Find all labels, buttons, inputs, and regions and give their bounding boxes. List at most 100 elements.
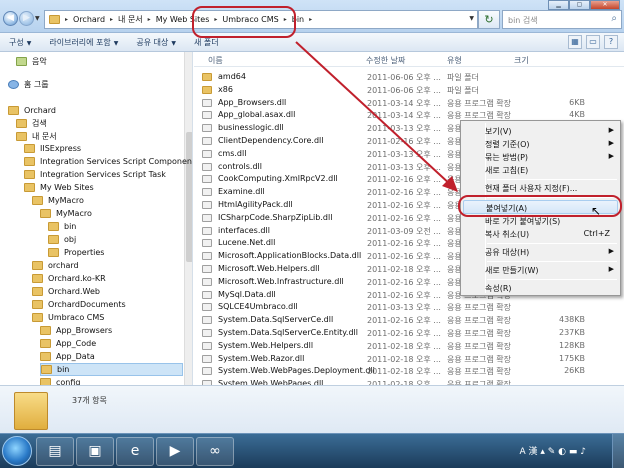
preview-pane-icon[interactable]: ▭	[586, 35, 600, 49]
file-row[interactable]: System.Web.WebPages.Deployment.dll 2011-0…	[202, 365, 612, 377]
file-row[interactable]: System.Web.Helpers.dll 2011-02-18 오후 ... 응…	[202, 340, 612, 352]
column-name[interactable]: 이름	[208, 55, 223, 66]
folder-icon	[8, 106, 19, 115]
nav-item[interactable]: Orchard.Web	[32, 285, 100, 298]
file-row[interactable]: x86 2011-06-06 오후 ... 파일 폴더	[202, 84, 612, 96]
search-icon[interactable]: ⌕	[611, 13, 617, 24]
nav-item[interactable]: Orchard.ko-KR	[32, 272, 106, 285]
paste-highlight-annotation	[458, 195, 622, 217]
file-date: 2011-02-16 오후 ...	[367, 239, 441, 249]
view-options-icon[interactable]: ▦	[568, 35, 582, 49]
include-in-library-menu[interactable]: 라이브러리에 포함 ▼	[40, 37, 127, 48]
nav-item[interactable]: App_Data	[40, 350, 95, 363]
visual-studio-task-icon[interactable]: ∞	[196, 437, 234, 466]
column-type[interactable]: 유형	[447, 55, 462, 66]
chevron-right-icon[interactable]: ▸	[63, 16, 70, 23]
breadcrumb-orchard[interactable]: Orchard	[70, 11, 108, 28]
menu-item-label: 바로 가기 붙여넣기(S)	[485, 217, 561, 226]
scrollbar-thumb[interactable]	[186, 132, 192, 262]
file-row[interactable]: App_Browsers.dll 2011-03-14 오후 ... 응용 프로그램…	[202, 97, 612, 109]
nav-item[interactable]: OrchardDocuments	[32, 298, 126, 311]
organize-menu[interactable]: 구성 ▼	[0, 37, 40, 48]
maximize-button[interactable]: ▢	[569, 0, 590, 10]
column-date[interactable]: 수정한 날짜	[366, 55, 405, 66]
close-button[interactable]: ✕	[590, 0, 620, 10]
search-input[interactable]: bin 검색 ⌕	[502, 10, 622, 29]
file-date: 2011-02-16 오후 ...	[367, 201, 441, 210]
media-task-icon[interactable]: ▶	[156, 437, 194, 466]
file-type: 파일 폴더	[447, 85, 479, 95]
file-row[interactable]: System.Data.SqlServerCe.Entity.dll 2011-0…	[202, 327, 612, 339]
nav-item[interactable]: orchard	[32, 259, 79, 272]
nav-item[interactable]: IISExpress	[24, 142, 81, 155]
nav-item[interactable]: My Web Sites	[24, 181, 94, 194]
forward-button[interactable]: ▶	[19, 11, 34, 26]
nav-item[interactable]: obj	[48, 233, 76, 246]
back-button[interactable]: ◀	[3, 11, 18, 26]
nav-item[interactable]: Properties	[48, 246, 104, 259]
start-button[interactable]	[2, 436, 32, 466]
nav-item-label: App_Data	[56, 352, 95, 361]
file-row[interactable]: System.Data.SqlServerCe.dll 2011-02-16 오후…	[202, 314, 612, 326]
chevron-right-icon: ▶	[608, 152, 614, 160]
nav-item-label: 검색	[32, 119, 47, 128]
nav-item[interactable]: Integration Services Script Task	[24, 168, 166, 181]
nav-item[interactable]: bin	[40, 363, 183, 376]
file-name: interfaces.dll	[218, 225, 270, 235]
nav-item[interactable]: bin	[48, 220, 76, 233]
chevron-right-icon[interactable]: ▸	[108, 16, 115, 23]
file-name: businesslogic.dll	[218, 123, 284, 133]
help-icon[interactable]: ?	[604, 35, 618, 49]
file-name: ICSharpCode.SharpZipLib.dll	[218, 212, 333, 222]
nav-item[interactable]: Umbraco CMS	[32, 311, 104, 324]
menu-item-refresh[interactable]: 새로 고침(E)	[463, 163, 618, 177]
address-dropdown-icon[interactable]: ▼	[469, 15, 474, 22]
menu-item-sort[interactable]: 정렬 기준(O) ▶	[463, 137, 618, 151]
new-folder-button[interactable]: 새 폴더	[185, 37, 228, 48]
minimize-button[interactable]: ▁	[548, 0, 569, 10]
file-type: 응용 프로그램 확장	[447, 303, 511, 313]
refresh-button[interactable]: ↻	[478, 10, 500, 29]
file-row[interactable]: System.Web.WebPages.dll 2011-02-18 오후 ...…	[202, 378, 612, 385]
nav-item[interactable]: App_Code	[40, 337, 96, 350]
explorer-task-icon[interactable]: ▤	[36, 437, 74, 466]
nav-item[interactable]: config	[40, 376, 80, 385]
chevron-right-icon: ▶	[608, 265, 614, 273]
nav-item[interactable]: App_Browsers	[40, 324, 112, 337]
menu-item-undo-copy[interactable]: 복사 취소(U) Ctrl+Z	[463, 227, 618, 241]
input-method-indicator[interactable]: A 漢	[519, 447, 537, 457]
folder-icon	[40, 339, 51, 348]
file-row[interactable]: System.Web.Razor.dll 2011-02-18 오후 ... 응용 …	[202, 353, 612, 365]
file-name: x86	[218, 84, 233, 94]
nav-item[interactable]: 음악	[16, 55, 47, 68]
nav-item[interactable]: MyMacro	[40, 207, 92, 220]
nav-item[interactable]: Integration Services Script Component	[24, 155, 192, 168]
system-tray[interactable]: A 漢 ▴ ✎ ◐ ▬ ♪	[519, 444, 586, 457]
folder-icon	[40, 209, 51, 218]
navigation-scrollbar[interactable]	[184, 52, 192, 385]
column-size[interactable]: 크기	[514, 55, 529, 66]
app-task-icon[interactable]: ▣	[76, 437, 114, 466]
share-with-menu[interactable]: 공유 대상 ▼	[127, 37, 185, 48]
folder-icon	[24, 144, 35, 153]
menu-item-view[interactable]: 보기(V) ▶	[463, 124, 618, 138]
nav-item[interactable]: MyMacro	[32, 194, 84, 207]
breadcrumb-my-documents[interactable]: 내 문서	[115, 11, 146, 28]
file-row[interactable]: amd64 2011-06-06 오후 ... 파일 폴더	[202, 71, 612, 83]
file-row[interactable]: SQLCE4Umbraco.dll 2011-03-13 오후 ... 응용 프로그…	[202, 301, 612, 313]
menu-item-group[interactable]: 묶는 방법(P) ▶	[463, 150, 618, 164]
nav-item[interactable]: 홈 그룹	[8, 78, 49, 91]
chevron-right-icon[interactable]: ▸	[146, 16, 153, 23]
recent-pages-dropdown[interactable]: ▼	[35, 15, 40, 22]
menu-item-share-with[interactable]: 공유 대상(H) ▶	[463, 245, 618, 259]
menu-item-properties[interactable]: 속성(R)	[463, 281, 618, 295]
browser-task-icon[interactable]: e	[116, 437, 154, 466]
show-desktop-button[interactable]	[612, 434, 624, 468]
nav-item-label: 홈 그룹	[24, 80, 49, 89]
menu-item-new[interactable]: 새로 만들기(W) ▶	[463, 263, 618, 277]
menu-item-customize-folder[interactable]: 현재 폴더 사용자 지정(F)...	[463, 181, 618, 195]
nav-item[interactable]: 검색	[16, 117, 47, 130]
chevron-right-icon[interactable]: ▸	[307, 16, 314, 23]
nav-item[interactable]: Orchard	[8, 104, 56, 117]
command-bar: 구성 ▼ 라이브러리에 포함 ▼ 공유 대상 ▼ 새 폴더 ▦ ▭ ?	[0, 33, 624, 52]
